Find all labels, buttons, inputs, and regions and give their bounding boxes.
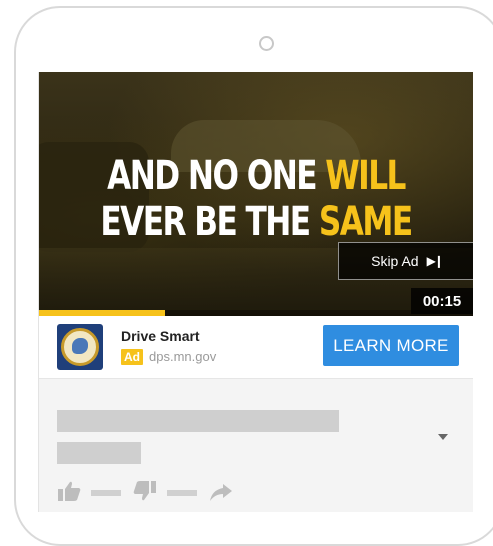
- front-camera-icon: [259, 36, 274, 51]
- minnesota-dps-seal-icon[interactable]: [57, 324, 103, 370]
- skip-ad-label: Skip Ad: [371, 253, 419, 269]
- ad-badge: Ad: [121, 349, 143, 365]
- headline-line1-yellow: WILL: [325, 153, 406, 199]
- dislike-count-placeholder: [167, 490, 197, 496]
- subtitle-placeholder-line: [57, 442, 141, 464]
- headline-line2-yellow: SAME: [318, 199, 413, 245]
- video-ad-player[interactable]: AND NO ONE WILL EVER BE THE SAME Skip Ad…: [39, 72, 473, 316]
- skip-next-icon: ▶❙: [426, 254, 444, 268]
- title-placeholder-line: [57, 410, 339, 432]
- phone-screen: AND NO ONE WILL EVER BE THE SAME Skip Ad…: [38, 72, 473, 512]
- ad-headline-line2: EVER BE THE SAME: [87, 200, 426, 244]
- headline-line2-white: EVER BE THE: [100, 199, 319, 245]
- thumbs-up-icon[interactable]: [57, 480, 81, 502]
- headline-line1-white: AND NO ONE: [107, 153, 326, 199]
- seal-ring: [61, 328, 99, 366]
- advertiser-domain[interactable]: dps.mn.gov: [149, 349, 216, 364]
- like-count-placeholder: [91, 490, 121, 496]
- advertiser-name: Drive Smart: [121, 328, 200, 344]
- chevron-down-icon[interactable]: [438, 434, 448, 440]
- share-arrow-icon[interactable]: [209, 482, 233, 502]
- thumbs-down-icon[interactable]: [133, 480, 157, 502]
- ad-headline-line1: AND NO ONE WILL: [87, 154, 426, 198]
- skip-ad-button[interactable]: Skip Ad ▶❙: [338, 242, 473, 280]
- learn-more-button[interactable]: LEARN MORE: [323, 325, 459, 366]
- ad-info-bar: Drive Smart Ad dps.mn.gov LEARN MORE: [39, 316, 473, 379]
